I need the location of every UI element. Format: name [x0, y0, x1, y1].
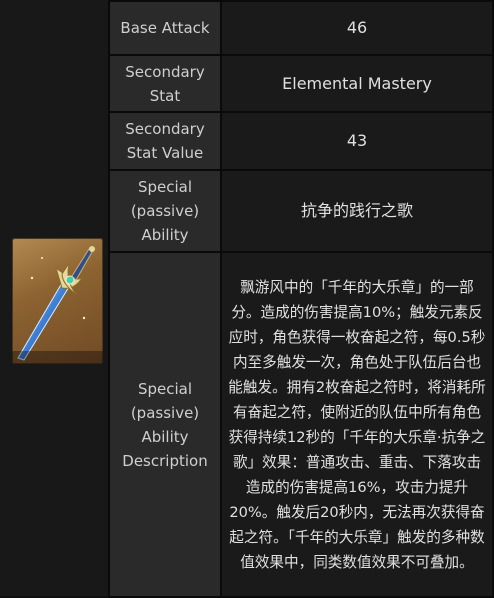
table-row: Special (passive) Ability Description 飘游… [108, 251, 494, 598]
passive-ability-name: 抗争的践行之歌 [220, 169, 494, 253]
weapon-image-column [0, 0, 110, 596]
passive-ability-description: 飘游风中的「千年的大乐章」的一部分。造成的伤害提高10%；触发元素反应时，角色获… [220, 251, 494, 598]
sword-icon [17, 246, 95, 361]
base-attack-label: Base Attack [108, 0, 222, 56]
passive-ability-label: Special (passive) Ability [108, 169, 222, 253]
table-row: Base Attack 46 [108, 0, 494, 56]
table-row: Special (passive) Ability 抗争的践行之歌 [108, 169, 494, 253]
passive-ability-description-label: Special (passive) Ability Description [108, 251, 222, 598]
base-attack-value: 46 [220, 0, 494, 56]
weapon-stats-table: Base Attack 46 Secondary Stat Elemental … [108, 0, 494, 598]
weapon-info-panel: Base Attack 46 Secondary Stat Elemental … [0, 0, 494, 598]
secondary-stat-number: 43 [220, 111, 494, 171]
secondary-stat-label: Secondary Stat [108, 54, 222, 113]
table-row: Secondary Stat Elemental Mastery [108, 54, 494, 113]
weapon-sword-image [12, 238, 103, 364]
secondary-stat-value-label: Secondary Stat Value [108, 111, 222, 171]
table-row: Secondary Stat Value 43 [108, 111, 494, 171]
secondary-stat-value: Elemental Mastery [220, 54, 494, 113]
image-watermark-bar [12, 351, 103, 364]
